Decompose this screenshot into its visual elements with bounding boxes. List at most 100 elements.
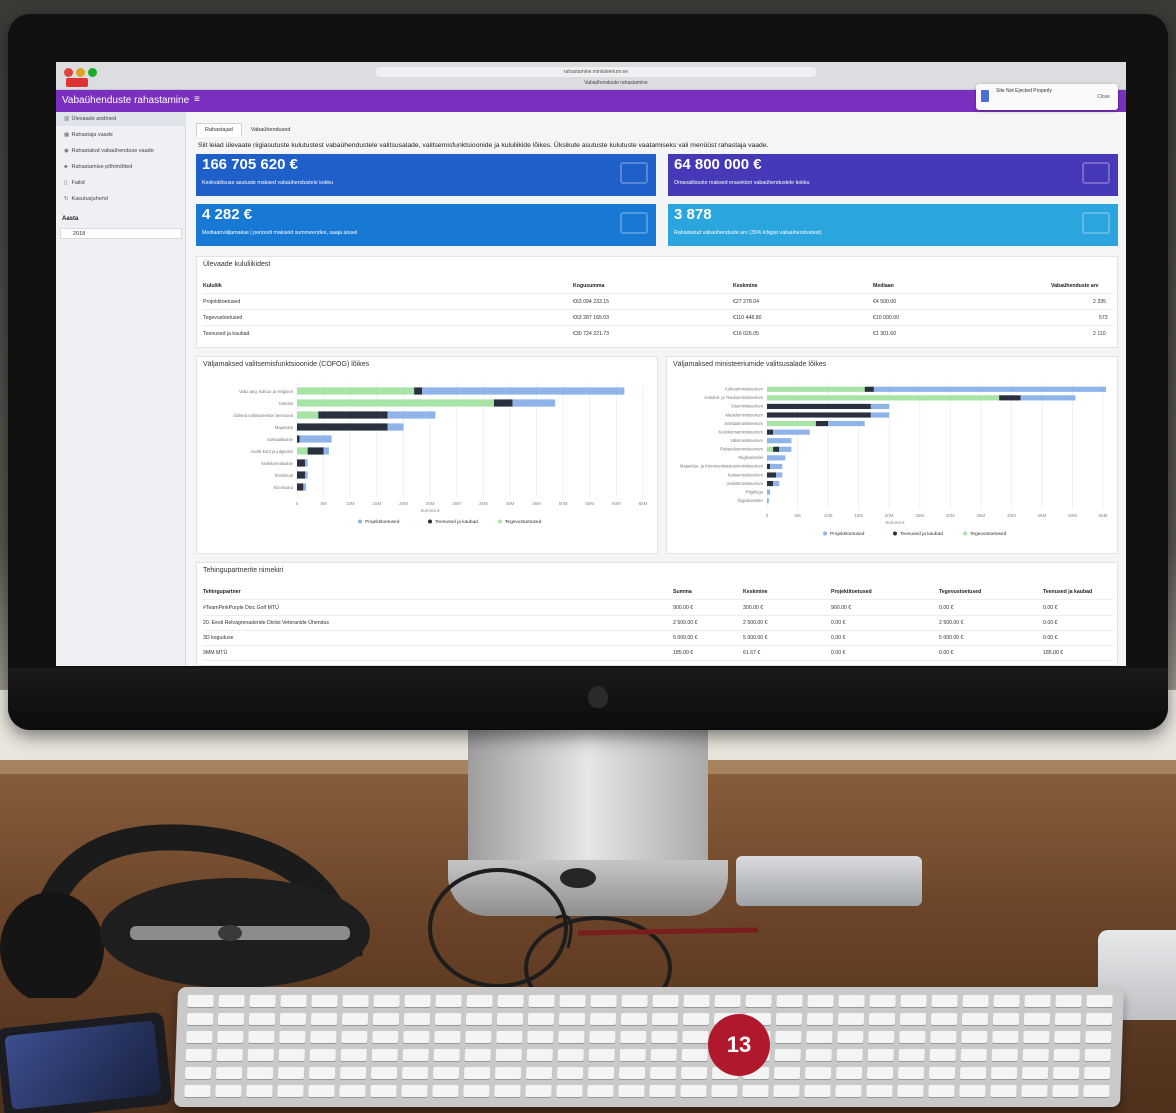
column-header[interactable]: Keskmine — [733, 283, 758, 289]
bar-projektitoetused[interactable] — [767, 455, 786, 461]
x-tick-label: 35M — [479, 501, 488, 506]
column-header[interactable]: Projektitoetused — [831, 589, 872, 595]
bar-tegevustoetused[interactable] — [767, 386, 865, 392]
hamburger-icon[interactable]: ≡ — [194, 94, 200, 105]
browser-extension-badge[interactable] — [66, 78, 88, 87]
legend-label[interactable]: Teenused ja kaubad — [435, 519, 478, 525]
legend-marker[interactable] — [893, 531, 897, 536]
bar-projektitoetused[interactable] — [387, 411, 436, 419]
bar-teenused-ja-kaubad[interactable] — [999, 395, 1021, 401]
column-header[interactable]: Tegevustoetused — [939, 589, 981, 595]
legend-marker[interactable] — [358, 519, 362, 524]
bar-projektitoetused[interactable] — [303, 483, 307, 491]
sidebar-item-principles[interactable]: ♣ Rahastamise põhimõtted — [56, 160, 186, 174]
bar-teenused-ja-kaubad[interactable] — [297, 435, 300, 443]
bar-tegevustoetused[interactable] — [297, 399, 494, 407]
column-header[interactable]: Keskmine — [743, 589, 768, 595]
close-window-icon[interactable] — [64, 68, 73, 77]
bar-teenused-ja-kaubad[interactable] — [767, 463, 771, 469]
bar-teenused-ja-kaubad[interactable] — [297, 423, 388, 431]
browser-tab-title[interactable]: Vabaühenduste rahastamine — [536, 80, 696, 86]
sidebar-item-recipient[interactable]: ◉ Rahastatud vabaühenduse vaade — [56, 144, 186, 158]
legend-marker[interactable] — [963, 531, 967, 536]
tab-funders[interactable]: Rahastajad — [196, 123, 242, 137]
bar-projektitoetused[interactable] — [387, 423, 404, 431]
bar-projektitoetused[interactable] — [767, 438, 792, 444]
bar-teenused-ja-kaubad[interactable] — [767, 472, 777, 478]
column-header[interactable]: Mediaan — [873, 283, 894, 289]
bar-projektitoetused[interactable] — [828, 421, 865, 427]
bar-teenused-ja-kaubad[interactable] — [815, 421, 829, 427]
bar-projektitoetused[interactable] — [304, 471, 308, 479]
legend-marker[interactable] — [823, 531, 827, 536]
legend-label[interactable]: Projektitoetused — [365, 519, 400, 525]
year-select[interactable]: 2018 — [60, 228, 182, 239]
bar-tegevustoetused[interactable] — [767, 421, 816, 427]
bar-projektitoetused[interactable] — [773, 481, 780, 487]
partner-name[interactable]: 9MM MTÜ — [203, 650, 227, 656]
bar-projektitoetused[interactable] — [773, 429, 810, 435]
keyboard-key — [620, 1031, 647, 1043]
bar-projektitoetused[interactable] — [422, 387, 625, 395]
sidebar-item-funder[interactable]: ▦ Rahastaja vaade — [56, 128, 186, 142]
bar-tegevustoetused[interactable] — [297, 387, 415, 395]
keyboard-key — [1084, 1049, 1111, 1061]
bar-tegevustoetused[interactable] — [767, 446, 774, 452]
column-header[interactable]: Kogusumma — [573, 283, 604, 289]
keyboard-key — [248, 1013, 276, 1025]
sidebar-item-overview[interactable]: ▥ Ülevaade andmed — [56, 112, 186, 126]
bar-teenused-ja-kaubad[interactable] — [773, 446, 780, 452]
main-content: Rahastajad Vabaühendused Siit leiad üleva… — [186, 112, 1126, 666]
bar-projektitoetused[interactable] — [870, 412, 890, 418]
bar-teenused-ja-kaubad[interactable] — [864, 386, 874, 392]
bar-teenused-ja-kaubad[interactable] — [307, 447, 324, 455]
bar-projektitoetused[interactable] — [776, 472, 783, 478]
bar-projektitoetused[interactable] — [512, 399, 556, 407]
bar-teenused-ja-kaubad[interactable] — [318, 411, 388, 419]
legend-marker[interactable] — [498, 519, 502, 524]
bar-projektitoetused[interactable] — [304, 459, 308, 467]
bar-teenused-ja-kaubad[interactable] — [297, 471, 305, 479]
bar-projektitoetused[interactable] — [873, 386, 1107, 392]
bar-teenused-ja-kaubad[interactable] — [767, 412, 871, 418]
column-header[interactable]: Kululiik — [203, 283, 222, 289]
bar-projektitoetused[interactable] — [870, 403, 890, 409]
zoom-window-icon[interactable] — [88, 68, 97, 77]
bar-projektitoetused[interactable] — [323, 447, 329, 455]
partner-name[interactable]: 20. Eesti Relvagrenaderide Diviisi Veter… — [203, 620, 329, 626]
sidebar-item-files[interactable]: ▯ Failid — [56, 176, 186, 190]
bar-projektitoetused[interactable] — [770, 463, 783, 469]
tab-ngos[interactable]: Vabaühendused — [242, 123, 300, 137]
column-header[interactable]: Tehingupartner — [203, 589, 241, 595]
legend-label[interactable]: Teenused ja kaubad — [900, 531, 943, 537]
column-header[interactable]: Vabaühenduste arv — [1051, 283, 1099, 289]
bar-projektitoetused[interactable] — [779, 446, 792, 452]
bar-tegevustoetused[interactable] — [767, 395, 1000, 401]
legend-label[interactable]: Tegevustoetused — [970, 531, 1007, 537]
legend-label[interactable]: Projektitoetused — [830, 531, 865, 537]
bar-projektitoetused[interactable] — [767, 489, 771, 495]
minimize-window-icon[interactable] — [76, 68, 85, 77]
toast-close-button[interactable]: Close — [1097, 94, 1110, 100]
bar-tegevustoetused[interactable] — [297, 411, 319, 419]
bar-teenused-ja-kaubad[interactable] — [297, 459, 305, 467]
bar-teenused-ja-kaubad[interactable] — [414, 387, 423, 395]
bar-projektitoetused[interactable] — [1020, 395, 1076, 401]
bar-tegevustoetused[interactable] — [297, 447, 308, 455]
address-bar[interactable]: rahastamine.ministeerium.ee — [376, 67, 816, 77]
bar-projektitoetused[interactable] — [299, 435, 332, 443]
column-header[interactable]: Summa — [673, 589, 692, 595]
bar-teenused-ja-kaubad[interactable] — [767, 481, 774, 487]
bar-teenused-ja-kaubad[interactable] — [297, 483, 304, 491]
bar-teenused-ja-kaubad[interactable] — [493, 399, 513, 407]
partner-name[interactable]: 3D koguduse — [203, 635, 234, 641]
partners-title: Tehingupartnerite nimekiri — [203, 567, 284, 574]
legend-marker[interactable] — [428, 519, 432, 524]
bar-teenused-ja-kaubad[interactable] — [767, 403, 871, 409]
legend-label[interactable]: Tegevustoetused — [505, 519, 542, 525]
bar-projektitoetused[interactable] — [767, 498, 769, 504]
column-header[interactable]: Teenused ja kaubad — [1043, 589, 1092, 595]
partner-name[interactable]: #TeamPinkPurple Disc Golf MTÜ — [203, 605, 279, 611]
bar-teenused-ja-kaubad[interactable] — [767, 429, 774, 435]
sidebar-item-guide[interactable]: ↻ Kasutusjuhend — [56, 192, 186, 206]
